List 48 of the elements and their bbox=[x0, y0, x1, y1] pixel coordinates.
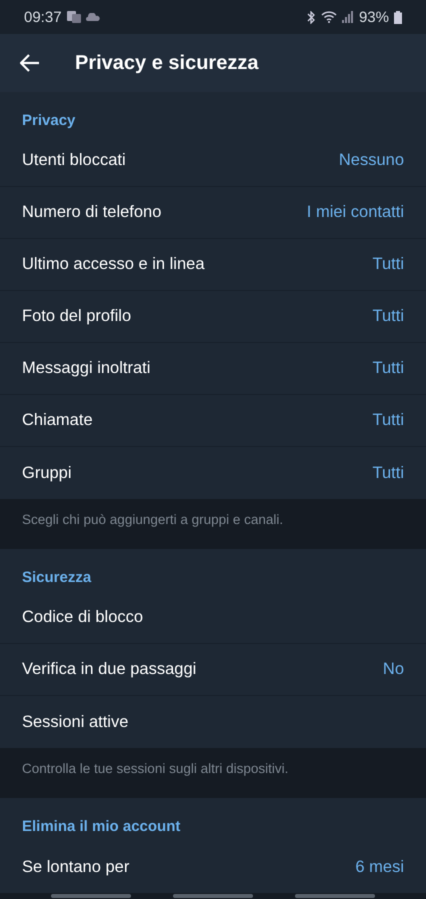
status-time: 09:37 bbox=[24, 8, 62, 26]
row-value: I miei contatti bbox=[306, 203, 404, 222]
section-title: Sicurezza bbox=[21, 568, 92, 588]
row-value: Tutti bbox=[372, 411, 404, 430]
nav-gesture-bar[interactable] bbox=[173, 894, 253, 898]
row-value: Tutti bbox=[372, 307, 404, 326]
settings-row[interactable]: Numero di telefono I miei contatti bbox=[0, 187, 426, 239]
battery-icon bbox=[394, 10, 402, 24]
nav-gesture-bar[interactable] bbox=[295, 894, 375, 898]
section-note: Controlla le tue sessioni sugli altri dispositivi. bbox=[22, 761, 288, 776]
row-value: Tutti bbox=[372, 255, 404, 274]
cloud-icon bbox=[86, 13, 100, 21]
row-value: 6 mesi bbox=[355, 858, 404, 876]
row-label: Foto del profilo bbox=[22, 307, 132, 326]
settings-row[interactable]: Verifica in due passaggi No bbox=[0, 644, 426, 696]
settings-row[interactable]: Se lontano per 6 mesi bbox=[0, 841, 426, 893]
wifi-icon bbox=[320, 11, 337, 23]
row-label: Chiamate bbox=[22, 411, 93, 430]
row-label: Sessioni attive bbox=[22, 712, 128, 732]
row-value: Tutti bbox=[372, 464, 404, 482]
row-label: Numero di telefono bbox=[22, 203, 162, 222]
settings-row[interactable]: Messaggi inoltrati Tutti bbox=[0, 343, 426, 395]
row-value: No bbox=[382, 660, 404, 679]
settings-row[interactable]: Foto del profilo Tutti bbox=[0, 291, 426, 343]
section-title: Privacy bbox=[21, 111, 76, 131]
row-label: Messaggi inoltrati bbox=[22, 359, 150, 378]
row-label: Codice di blocco bbox=[22, 608, 144, 627]
row-value: Nessuno bbox=[338, 151, 404, 170]
settings-row[interactable]: Gruppi Tutti bbox=[0, 447, 426, 499]
settings-row[interactable]: Ultimo accesso e in linea Tutti bbox=[0, 239, 426, 291]
row-label: Verifica in due passaggi bbox=[22, 660, 196, 679]
row-label: Gruppi bbox=[22, 464, 72, 482]
row-value: Tutti bbox=[372, 359, 404, 378]
settings-row[interactable]: Codice di blocco bbox=[0, 592, 426, 644]
settings-row[interactable]: Chiamate Tutti bbox=[0, 395, 426, 447]
screen-title: Privacy e sicurezza bbox=[75, 52, 258, 74]
settings-row[interactable]: Sessioni attive bbox=[0, 696, 426, 748]
signal-icon bbox=[342, 11, 354, 23]
nav-gesture-bar[interactable] bbox=[51, 894, 131, 898]
battery-percent: 93% bbox=[358, 8, 389, 26]
settings-row[interactable]: Utenti bloccati Nessuno bbox=[0, 135, 426, 187]
bluetooth-icon bbox=[306, 10, 316, 24]
back-arrow-icon bbox=[20, 54, 40, 72]
row-label: Utenti bloccati bbox=[22, 151, 126, 170]
row-label: Ultimo accesso e in linea bbox=[22, 255, 204, 274]
section-note: Scegli chi può aggiungerti a gruppi e canali. bbox=[22, 512, 284, 527]
section-title: Elimina il mio account bbox=[21, 817, 182, 837]
row-label: Se lontano per bbox=[22, 858, 130, 876]
